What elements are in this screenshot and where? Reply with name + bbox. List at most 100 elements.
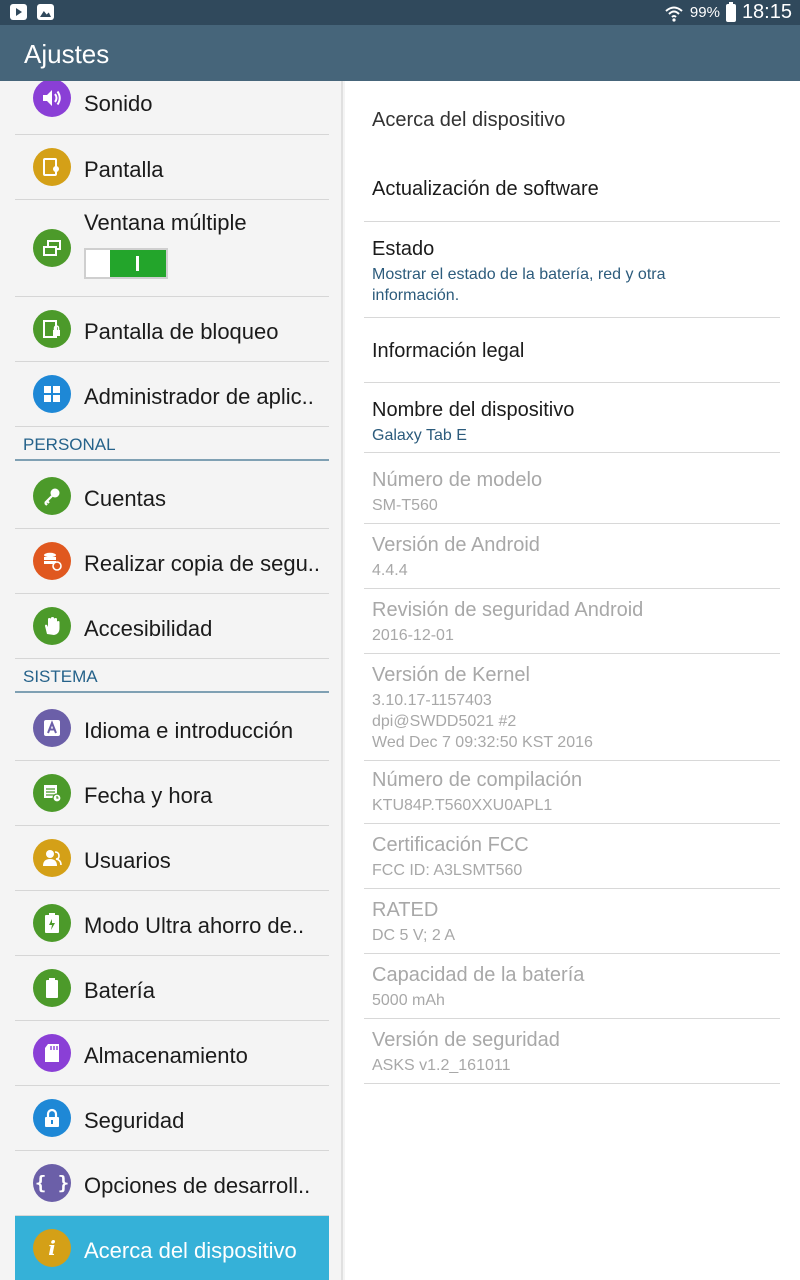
battery-icon [725,1,736,22]
about-item-subtitle: FCC ID: A3LSMT560 [372,862,523,879]
menu-item-label: Fecha y hora [84,783,213,808]
status-bar: 99% 18:15 [0,0,800,25]
menu-item-usuarios[interactable]: Usuarios [15,826,329,891]
hand-icon [33,607,71,645]
menu-item-almacenamiento[interactable]: Almacenamiento [15,1021,329,1086]
about-item-title: Estado [372,238,435,260]
about-item-subtitle: Mostrar el estado de la batería, red y o… [372,266,666,304]
menu-item-label: Modo Ultra ahorro de.. [84,913,305,938]
backup-icon [33,542,71,580]
menu-item-acerca-dispositivo[interactable]: i Acerca del dispositivo [15,1216,329,1280]
menu-item-pantalla[interactable]: Pantalla [15,135,329,200]
menu-item-ventana-multiple[interactable]: Ventana múltiple [15,200,329,297]
menu-item-label: Realizar copia de segu.. [84,551,321,576]
about-item-software-update[interactable]: Actualización de software [364,156,780,222]
lock-icon [33,1099,71,1137]
sound-icon [33,81,71,117]
section-header-sistema: SISTEMA [15,663,329,693]
about-item-title: Certificación FCC [372,834,529,856]
about-item-battery-capacity: Capacidad de la batería 5000 mAh [364,954,780,1019]
about-item-subtitle-line: 3.10.17-1157403 [372,692,492,709]
menu-item-label: Idioma e introducción [84,718,294,743]
lock-screen-icon [33,310,71,348]
about-item-title: RATED [372,899,439,921]
about-item-rated: RATED DC 5 V; 2 A [364,889,780,954]
users-icon [33,839,71,877]
display-icon [33,148,71,186]
about-item-title: Capacidad de la batería [372,964,585,986]
about-item-subtitle-line: Wed Dec 7 09:32:50 KST 2016 [372,734,593,751]
language-icon [33,709,71,747]
storage-icon [33,1034,71,1072]
menu-item-label: Seguridad [84,1108,185,1133]
about-item-title: Número de modelo [372,469,543,491]
about-item-title: Versión de Android [372,534,540,556]
multi-window-icon [33,229,71,267]
menu-item-label: Pantalla de bloqueo [84,319,279,344]
about-item-model-number: Número de modelo SM-T560 [364,453,780,524]
youtube-icon [10,4,27,20]
menu-item-bateria[interactable]: Batería [15,956,329,1021]
menu-item-label: Acerca del dispositivo [84,1238,297,1263]
about-item-security-version: Versión de seguridad ASKS v1.2_161011 [364,1019,780,1084]
about-item-estado[interactable]: Estado Mostrar el estado de la batería, … [364,222,780,318]
about-item-subtitle-line: dpi@SWDD5021 #2 [372,713,517,730]
about-item-legal[interactable]: Información legal [364,318,780,383]
panel-title: Acerca del dispositivo [372,109,566,131]
menu-item-label: Opciones de desarroll.. [84,1173,311,1198]
menu-item-cuentas[interactable]: Cuentas [15,464,329,529]
about-item-subtitle: DC 5 V; 2 A [372,927,455,944]
ultra-power-icon [33,904,71,942]
menu-item-copia-seguridad[interactable]: Realizar copia de segu.. [15,529,329,594]
about-item-device-name[interactable]: Nombre del dispositivo Galaxy Tab E [364,383,780,453]
developer-icon: { } [33,1164,71,1202]
app-title: Ajustes [24,39,110,69]
about-item-subtitle: 2016-12-01 [372,627,454,644]
menu-item-label: Accesibilidad [84,616,213,641]
about-item-title: Número de compilación [372,769,583,791]
clock: 18:15 [741,1,792,23]
menu-item-pantalla-de-bloqueo[interactable]: Pantalla de bloqueo [15,297,329,362]
info-icon: i [33,1229,71,1267]
menu-item-label: Ventana múltiple [84,210,247,235]
menu-item-administrador-aplicaciones[interactable]: Administrador de aplic.. [15,362,329,427]
menu-item-label: Almacenamiento [84,1043,248,1068]
about-item-build-number: Número de compilación KTU84P.T560XXU0APL… [364,761,780,824]
section-header-personal: PERSONAL [15,431,329,461]
menu-item-label: Pantalla [84,157,164,182]
about-item-fcc: Certificación FCC FCC ID: A3LSMT560 [364,824,780,889]
settings-menu: Sonido Pantalla Ventana múltiple Pantall… [0,81,343,1280]
wifi-icon [664,4,684,22]
menu-item-accesibilidad[interactable]: Accesibilidad [15,594,329,659]
about-item-title: Revisión de seguridad Android [372,599,644,621]
action-bar: Ajustes [0,25,800,81]
about-item-subtitle: KTU84P.T560XXU0APL1 [372,797,553,814]
key-icon [33,477,71,515]
menu-item-opciones-desarrollador[interactable]: { } Opciones de desarroll.. [15,1151,329,1216]
menu-item-idioma[interactable]: Idioma e introducción [15,696,329,761]
menu-item-label: Usuarios [84,848,171,873]
menu-item-seguridad[interactable]: Seguridad [15,1086,329,1151]
menu-item-fecha-hora[interactable]: Fecha y hora [15,761,329,826]
about-device-panel: Acerca del dispositivo Actualización de … [345,81,800,1280]
apps-icon [33,375,71,413]
section-title: SISTEMA [23,667,98,686]
menu-item-label: Administrador de aplic.. [84,384,314,409]
menu-item-label: Cuentas [84,486,166,511]
about-item-title: Versión de Kernel [372,664,530,686]
menu-item-ultra-ahorro[interactable]: Modo Ultra ahorro de.. [15,891,329,956]
menu-item-sonido[interactable]: Sonido [15,81,329,135]
section-title: PERSONAL [23,435,116,454]
about-item-security-patch: Revisión de seguridad Android 2016-12-01 [364,589,780,654]
image-icon [37,4,54,20]
about-item-android-version: Versión de Android 4.4.4 [364,524,780,589]
about-item-title: Nombre del dispositivo [372,399,575,421]
menu-item-label: Batería [84,978,155,1003]
battery-percent: 99% [689,4,720,21]
about-item-subtitle: 5000 mAh [372,992,445,1009]
about-item-subtitle: ASKS v1.2_161011 [372,1057,511,1074]
menu-item-label: Sonido [84,91,153,116]
toggle-on-track [110,250,166,277]
multi-window-toggle[interactable] [84,248,168,279]
battery-icon [33,969,71,1007]
